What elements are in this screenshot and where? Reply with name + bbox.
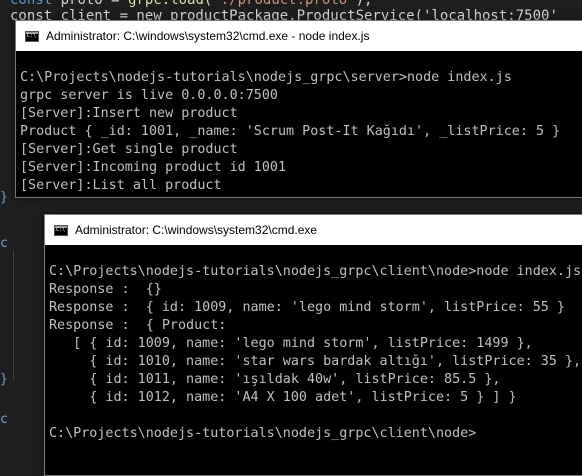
code-fold-marker: }	[0, 190, 8, 205]
client-console-line: [ { id: 1009, name: 'lego mind storm', l…	[49, 336, 533, 351]
client-console-window[interactable]: Administrator: C:\windows\system32\cmd.e…	[44, 214, 582, 476]
server-console-line: [Server]:Incoming product id 1001	[20, 160, 287, 175]
code-fold-marker: c	[0, 412, 8, 427]
client-console-line: { id: 1012, name: 'A4 X 100 adet', listP…	[49, 390, 517, 405]
client-console-line: Response : {}	[49, 282, 162, 297]
cmd-console-icon	[25, 30, 39, 42]
server-console-line: C:\Projects\nodejs-tutorials\nodejs_grpc…	[20, 70, 512, 85]
server-window-titlebar[interactable]: Administrator: C:\windows\system32\cmd.e…	[16, 21, 582, 51]
client-console-line: C:\Projects\nodejs-tutorials\nodejs_grpc…	[49, 426, 477, 441]
client-console-output[interactable]: C:\Projects\nodejs-tutorials\nodejs_grpc…	[45, 245, 582, 475]
client-console-line	[49, 407, 582, 425]
code-function: grpc.load(	[128, 0, 213, 8]
client-window-title: Administrator: C:\windows\system32\cmd.e…	[75, 223, 318, 237]
server-console-window[interactable]: Administrator: C:\windows\system32\cmd.e…	[15, 20, 582, 198]
client-window-titlebar[interactable]: Administrator: C:\windows\system32\cmd.e…	[45, 215, 582, 245]
client-console-line: Response : { id: 1009, name: 'lego mind …	[49, 300, 565, 315]
server-console-lines: C:\Projects\nodejs-tutorials\nodejs_grpc…	[20, 51, 582, 195]
server-console-line: Product { _id: 1001, _name: 'Scrum Post-…	[20, 124, 561, 139]
indent-guide	[13, 250, 14, 380]
client-console-line	[49, 245, 582, 263]
code-text: proto =	[52, 0, 129, 8]
code-text-end: );	[355, 0, 373, 8]
cmd-console-icon	[54, 224, 68, 236]
client-console-line: { id: 1010, name: 'star wars bardak altı…	[49, 354, 582, 369]
server-console-line: grpc server is live 0.0.0.0:7500	[20, 88, 278, 103]
code-line-1: const proto = grpc.load('./product.proto…	[10, 0, 372, 8]
server-console-output[interactable]: C:\Projects\nodejs-tutorials\nodejs_grpc…	[16, 51, 582, 197]
code-keyword: const	[10, 0, 53, 8]
client-console-lines: C:\Projects\nodejs-tutorials\nodejs_grpc…	[49, 245, 582, 443]
code-fold-marker: }	[0, 372, 8, 387]
server-console-line: [Server]:List all product	[20, 178, 222, 193]
server-console-line	[20, 51, 582, 69]
client-console-line: Response : { Product:	[49, 318, 227, 333]
server-console-line: [Server]:Insert new product	[20, 106, 238, 121]
code-fold-marker: c	[0, 236, 8, 251]
client-console-line: C:\Projects\nodejs-tutorials\nodejs_grpc…	[49, 264, 582, 279]
server-console-line: [Server]:Get single product	[20, 142, 238, 157]
server-window-title: Administrator: C:\windows\system32\cmd.e…	[46, 29, 370, 43]
code-string: './product.proto'	[212, 0, 356, 8]
client-console-line: { id: 1011, name: 'ışıldak 40w', listPri…	[49, 372, 501, 387]
